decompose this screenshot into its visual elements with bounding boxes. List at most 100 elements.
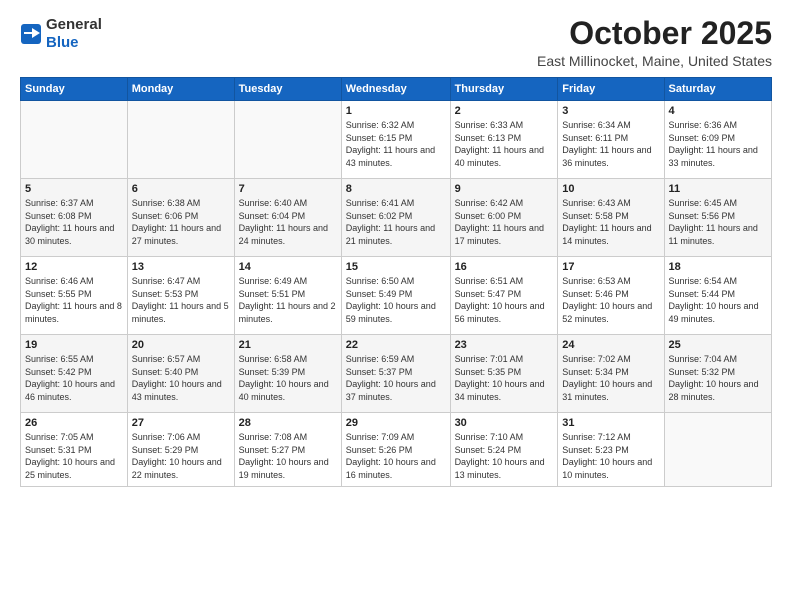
- calendar-cell: 10 Sunrise: 6:43 AMSunset: 5:58 PMDayligh…: [558, 179, 664, 257]
- day-number: 7: [239, 183, 337, 195]
- calendar-cell: 28Sunrise: 7:08 AMSunset: 5:27 PMDayligh…: [234, 413, 341, 486]
- day-info: Sunrise: 6:57 AMSunset: 5:40 PMDaylight:…: [132, 353, 230, 403]
- day-number: 21: [239, 339, 337, 351]
- day-number: 30: [455, 417, 554, 429]
- day-info: Sunrise: 6:51 AMSunset: 5:47 PMDaylight:…: [455, 275, 554, 325]
- day-number: 31: [562, 417, 659, 429]
- day-info: Sunrise: 7:06 AMSunset: 5:29 PMDaylight:…: [132, 431, 230, 481]
- calendar-cell: 18 Sunrise: 6:54 AMSunset: 5:44 PMDayligh…: [664, 257, 771, 335]
- calendar-cell: 15 Sunrise: 6:50 AMSunset: 5:49 PMDayligh…: [341, 257, 450, 335]
- calendar-cell: 13 Sunrise: 6:47 AMSunset: 5:53 PMDayligh…: [127, 257, 234, 335]
- day-number: 23: [455, 339, 554, 351]
- calendar-cell: 19Sunrise: 6:55 AMSunset: 5:42 PMDayligh…: [21, 335, 128, 413]
- day-number: 2: [455, 105, 554, 117]
- calendar-cell: 17 Sunrise: 6:53 AMSunset: 5:46 PMDayligh…: [558, 257, 664, 335]
- day-info: Sunrise: 6:36 AMSunset: 6:09 PMDaylight:…: [669, 119, 767, 169]
- day-number: 10: [562, 183, 659, 195]
- day-info: Sunrise: 7:09 AMSunset: 5:26 PMDaylight:…: [346, 431, 446, 481]
- weekday-header-tuesday: Tuesday: [234, 78, 341, 101]
- calendar-cell: [664, 413, 771, 486]
- day-number: 24: [562, 339, 659, 351]
- day-number: 9: [455, 183, 554, 195]
- day-info: Sunrise: 6:37 AMSunset: 6:08 PMDaylight:…: [25, 197, 123, 247]
- day-info: Sunrise: 6:34 AMSunset: 6:11 PMDaylight:…: [562, 119, 659, 169]
- calendar-table: SundayMondayTuesdayWednesdayThursdayFrid…: [20, 77, 772, 486]
- day-number: 5: [25, 183, 123, 195]
- day-info: Sunrise: 7:01 AMSunset: 5:35 PMDaylight:…: [455, 353, 554, 403]
- calendar-cell: 12 Sunrise: 6:46 AMSunset: 5:55 PMDayligh…: [21, 257, 128, 335]
- day-info: Sunrise: 6:54 AMSunset: 5:44 PMDaylight:…: [669, 275, 767, 325]
- day-info: Sunrise: 6:58 AMSunset: 5:39 PMDaylight:…: [239, 353, 337, 403]
- calendar-cell: 2 Sunrise: 6:33 AMSunset: 6:13 PMDaylight…: [450, 101, 558, 179]
- calendar-cell: 21 Sunrise: 6:58 AMSunset: 5:39 PMDayligh…: [234, 335, 341, 413]
- day-number: 3: [562, 105, 659, 117]
- day-info: Sunrise: 6:42 AMSunset: 6:00 PMDaylight:…: [455, 197, 554, 247]
- calendar-cell: 6 Sunrise: 6:38 AMSunset: 6:06 PMDaylight…: [127, 179, 234, 257]
- day-number: 19: [25, 339, 123, 351]
- calendar-cell: 11Sunrise: 6:45 AMSunset: 5:56 PMDayligh…: [664, 179, 771, 257]
- day-number: 17: [562, 261, 659, 273]
- day-number: 28: [239, 417, 337, 429]
- title-block: October 2025 East Millinocket, Maine, Un…: [537, 16, 772, 69]
- calendar-cell: 9 Sunrise: 6:42 AMSunset: 6:00 PMDaylight…: [450, 179, 558, 257]
- calendar-cell: 4Sunrise: 6:36 AMSunset: 6:09 PMDaylight…: [664, 101, 771, 179]
- day-info: Sunrise: 6:32 AMSunset: 6:15 PMDaylight:…: [346, 119, 446, 169]
- day-number: 22: [346, 339, 446, 351]
- day-info: Sunrise: 6:59 AMSunset: 5:37 PMDaylight:…: [346, 353, 446, 403]
- calendar-cell: [234, 101, 341, 179]
- day-info: Sunrise: 7:05 AMSunset: 5:31 PMDaylight:…: [25, 431, 123, 481]
- day-number: 27: [132, 417, 230, 429]
- weekday-header-monday: Monday: [127, 78, 234, 101]
- calendar-cell: 23 Sunrise: 7:01 AMSunset: 5:35 PMDayligh…: [450, 335, 558, 413]
- calendar-cell: 26 Sunrise: 7:05 AMSunset: 5:31 PMDayligh…: [21, 413, 128, 486]
- day-number: 25: [669, 339, 767, 351]
- day-number: 12: [25, 261, 123, 273]
- day-number: 6: [132, 183, 230, 195]
- weekday-header-saturday: Saturday: [664, 78, 771, 101]
- calendar-cell: 3 Sunrise: 6:34 AMSunset: 6:11 PMDaylight…: [558, 101, 664, 179]
- day-number: 14: [239, 261, 337, 273]
- day-info: Sunrise: 6:33 AMSunset: 6:13 PMDaylight:…: [455, 119, 554, 169]
- day-info: Sunrise: 6:43 AMSunset: 5:58 PMDaylight:…: [562, 197, 659, 247]
- calendar-cell: 7 Sunrise: 6:40 AMSunset: 6:04 PMDaylight…: [234, 179, 341, 257]
- calendar-cell: 5 Sunrise: 6:37 AMSunset: 6:08 PMDaylight…: [21, 179, 128, 257]
- day-number: 8: [346, 183, 446, 195]
- logo-blue-text: Blue: [46, 34, 79, 51]
- calendar-cell: [21, 101, 128, 179]
- logo-icon: [20, 23, 42, 45]
- day-info: Sunrise: 6:49 AMSunset: 5:51 PMDaylight:…: [239, 275, 337, 325]
- day-info: Sunrise: 6:47 AMSunset: 5:53 PMDaylight:…: [132, 275, 230, 325]
- calendar-cell: 31Sunrise: 7:12 AMSunset: 5:23 PMDayligh…: [558, 413, 664, 486]
- day-info: Sunrise: 6:41 AMSunset: 6:02 PMDaylight:…: [346, 197, 446, 247]
- logo: General Blue: [20, 16, 102, 52]
- day-info: Sunrise: 6:50 AMSunset: 5:49 PMDaylight:…: [346, 275, 446, 325]
- day-info: Sunrise: 6:53 AMSunset: 5:46 PMDaylight:…: [562, 275, 659, 325]
- weekday-header-sunday: Sunday: [21, 78, 128, 101]
- location-title: East Millinocket, Maine, United States: [537, 53, 772, 69]
- weekday-header-thursday: Thursday: [450, 78, 558, 101]
- day-number: 26: [25, 417, 123, 429]
- day-number: 11: [669, 183, 767, 195]
- weekday-header-wednesday: Wednesday: [341, 78, 450, 101]
- day-info: Sunrise: 6:38 AMSunset: 6:06 PMDaylight:…: [132, 197, 230, 247]
- day-number: 29: [346, 417, 446, 429]
- calendar-cell: 8 Sunrise: 6:41 AMSunset: 6:02 PMDaylight…: [341, 179, 450, 257]
- logo-general-text: General: [46, 16, 102, 33]
- day-info: Sunrise: 7:02 AMSunset: 5:34 PMDaylight:…: [562, 353, 659, 403]
- day-number: 20: [132, 339, 230, 351]
- calendar-cell: 20 Sunrise: 6:57 AMSunset: 5:40 PMDayligh…: [127, 335, 234, 413]
- day-number: 16: [455, 261, 554, 273]
- calendar-cell: 16 Sunrise: 6:51 AMSunset: 5:47 PMDayligh…: [450, 257, 558, 335]
- calendar-cell: 29 Sunrise: 7:09 AMSunset: 5:26 PMDayligh…: [341, 413, 450, 486]
- calendar-cell: [127, 101, 234, 179]
- day-info: Sunrise: 6:40 AMSunset: 6:04 PMDaylight:…: [239, 197, 337, 247]
- day-number: 15: [346, 261, 446, 273]
- calendar-cell: 1Sunrise: 6:32 AMSunset: 6:15 PMDaylight…: [341, 101, 450, 179]
- day-number: 18: [669, 261, 767, 273]
- calendar-cell: 14 Sunrise: 6:49 AMSunset: 5:51 PMDayligh…: [234, 257, 341, 335]
- month-title: October 2025: [537, 16, 772, 51]
- day-number: 13: [132, 261, 230, 273]
- calendar-cell: 24 Sunrise: 7:02 AMSunset: 5:34 PMDayligh…: [558, 335, 664, 413]
- day-info: Sunrise: 6:46 AMSunset: 5:55 PMDaylight:…: [25, 275, 123, 325]
- day-info: Sunrise: 7:04 AMSunset: 5:32 PMDaylight:…: [669, 353, 767, 403]
